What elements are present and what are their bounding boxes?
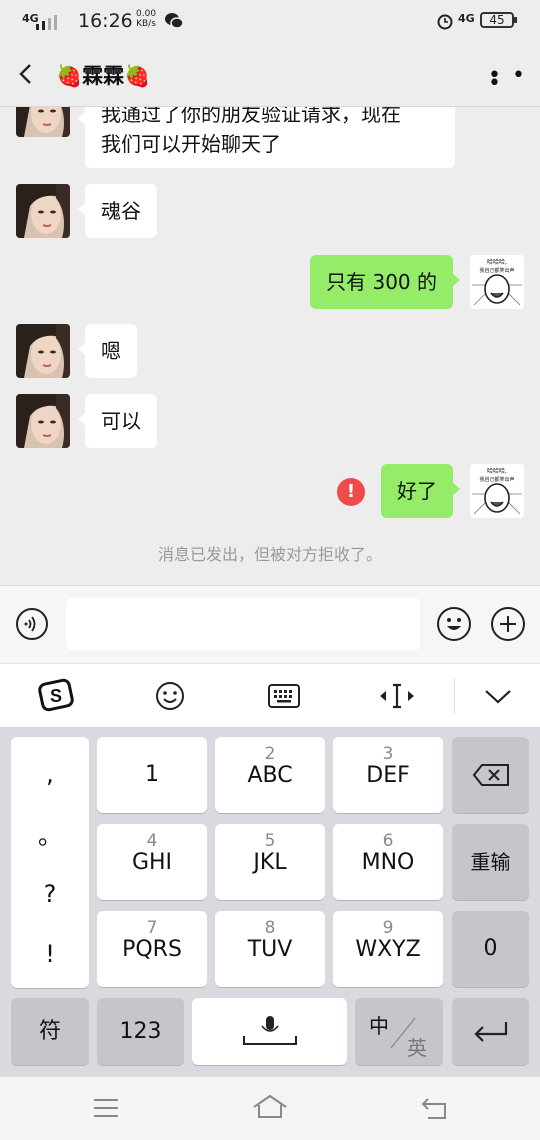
retype-key[interactable]: 重输: [452, 824, 529, 900]
punctuation-column[interactable]: , 。 ? !: [11, 737, 89, 988]
key-9[interactable]: 9 WXYZ: [333, 911, 443, 987]
message-bubble[interactable]: 魂谷: [78, 184, 157, 238]
navigation-bar: [0, 1077, 540, 1140]
key-4[interactable]: 4 GHI: [97, 824, 207, 900]
status-bar: 4G 16:26 0.00 KB/s 4G 45: [0, 0, 540, 44]
backspace-key[interactable]: [452, 737, 529, 813]
sogou-logo-icon[interactable]: S: [38, 677, 74, 713]
plus-icon[interactable]: [491, 607, 525, 641]
system-notice: 消息已发出，但被对方拒收了。: [157, 545, 382, 564]
avatar[interactable]: [16, 184, 70, 238]
svg-text:我自己都笑出声: 我自己都笑出声: [479, 267, 514, 274]
avatar[interactable]: [16, 107, 70, 137]
key-0[interactable]: 0: [452, 911, 529, 987]
collapse-icon[interactable]: [483, 684, 513, 708]
alarm-icon: [437, 14, 453, 30]
svg-text:哈哈哈,: 哈哈哈,: [487, 258, 507, 266]
message-bubble[interactable]: 嗯: [78, 324, 137, 378]
key-7[interactable]: 7 PQRS: [97, 911, 207, 987]
cursor-icon[interactable]: [377, 680, 417, 712]
svg-text:哈哈哈,: 哈哈哈,: [487, 467, 507, 475]
punct-comma[interactable]: ,: [11, 759, 89, 789]
menu-icon[interactable]: [92, 1097, 120, 1119]
message-bubble-mine[interactable]: 只有 300 的: [310, 255, 460, 309]
key-8[interactable]: 8 TUV: [215, 911, 325, 987]
key-2[interactable]: 2 ABC: [215, 737, 325, 813]
avatar[interactable]: [16, 324, 70, 378]
key-5[interactable]: 5 JKL: [215, 824, 325, 900]
wechat-icon: [165, 13, 184, 29]
my-avatar[interactable]: 哈哈哈, 我自己都笑出声: [470, 464, 524, 518]
symbols-key[interactable]: 符: [11, 998, 89, 1065]
battery-icon: 45: [480, 12, 517, 28]
return-icon[interactable]: [420, 1095, 450, 1121]
punct-exclaim[interactable]: !: [11, 939, 89, 969]
clock: 16:26: [78, 10, 133, 32]
chat-header: 🍓霖霖🍓 • • •: [0, 44, 540, 107]
toolbar-divider: [454, 678, 455, 714]
keyboard: , 。 ? ! 1 2 ABC 3 DEF 4 GHI 5 JKL 6 MNO 重输 7P…: [0, 727, 540, 1077]
language-switch-key[interactable]: 中 英: [355, 998, 443, 1065]
numbers-key[interactable]: 123: [97, 998, 184, 1065]
keyboard-toolbar: S: [0, 663, 540, 728]
my-avatar[interactable]: 哈哈哈, 我自己都笑出声: [470, 255, 524, 309]
enter-icon: [473, 1022, 507, 1042]
svg-text:我自己都笑出声: 我自己都笑出声: [479, 476, 514, 483]
space-key[interactable]: [192, 998, 347, 1065]
avatar[interactable]: [16, 394, 70, 448]
smile-icon[interactable]: [154, 680, 186, 712]
message-bubble[interactable]: 可以: [78, 394, 157, 448]
net-speed: 0.00 KB/s: [136, 9, 157, 29]
punct-question[interactable]: ?: [11, 879, 89, 909]
punct-period[interactable]: 。: [11, 821, 89, 851]
keyboard-icon[interactable]: [267, 682, 301, 710]
mic-icon: [242, 1016, 297, 1045]
message-list[interactable]: 我通过了你的朋友验证请求，现在 我们可以开始聊天了 魂谷 只有 300 的 哈哈…: [0, 107, 540, 585]
send-error-icon[interactable]: !: [337, 478, 365, 506]
emoji-icon[interactable]: [437, 607, 471, 641]
key-3[interactable]: 3 DEF: [333, 737, 443, 813]
enter-key[interactable]: [452, 998, 529, 1065]
input-bar: [0, 585, 540, 663]
more-icon[interactable]: • • •: [488, 65, 540, 95]
backspace-icon: [472, 764, 509, 786]
svg-text:S: S: [50, 686, 62, 706]
signal-icon: [36, 14, 72, 30]
back-icon[interactable]: [16, 62, 36, 86]
message-bubble[interactable]: 我通过了你的朋友验证请求，现在 我们可以开始聊天了: [78, 107, 455, 168]
message-input[interactable]: [66, 598, 420, 650]
network-type-2: 4G: [458, 12, 475, 25]
voice-icon[interactable]: [16, 608, 48, 640]
key-6[interactable]: 6 MNO: [333, 824, 443, 900]
contact-name: 🍓霖霖🍓: [56, 64, 151, 88]
key-1[interactable]: 1: [97, 737, 207, 813]
home-icon[interactable]: [252, 1093, 288, 1121]
message-bubble-mine[interactable]: 好了: [381, 464, 460, 518]
